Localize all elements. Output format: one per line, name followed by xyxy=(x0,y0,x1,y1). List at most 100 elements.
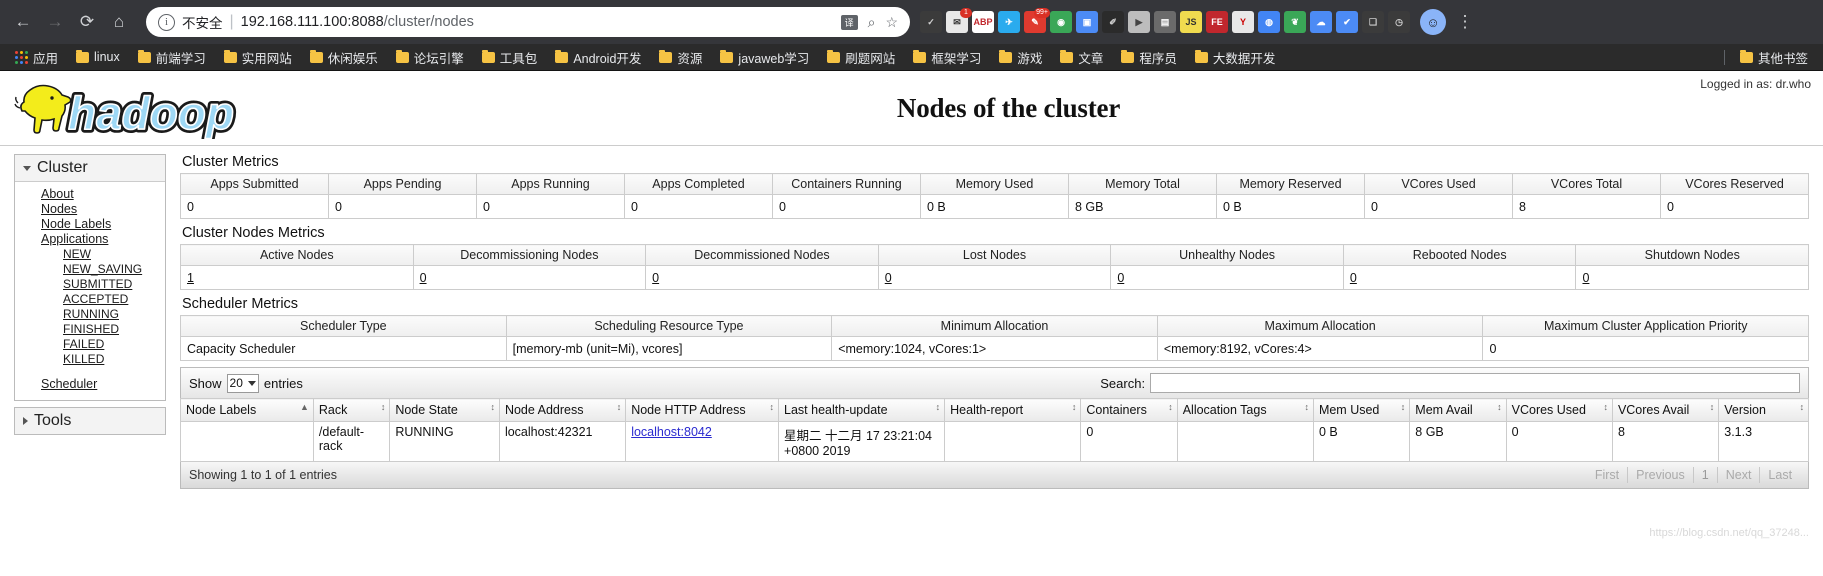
sidebar-item-applications[interactable]: Applications xyxy=(15,232,165,247)
sort-icon[interactable]: ↕ xyxy=(1603,403,1608,412)
bookmark-item-other[interactable]: 其他书签 xyxy=(1731,46,1817,68)
page-length-control[interactable]: Show 20 entries xyxy=(189,373,303,393)
node-http-address-link[interactable]: localhost:8042 xyxy=(631,425,712,439)
bookmark-item[interactable]: 论坛引擎 xyxy=(387,46,473,68)
metric-link[interactable]: 0 xyxy=(885,271,892,285)
shield-extension[interactable]: ✓ xyxy=(920,11,942,33)
search-input[interactable] xyxy=(1150,373,1801,393)
metric-link[interactable]: 0 xyxy=(1117,271,1124,285)
translate-icon[interactable]: 译 xyxy=(840,14,858,30)
metric-link[interactable]: 0 xyxy=(652,271,659,285)
column-header-mem-used[interactable]: Mem Used ↕ xyxy=(1312,398,1411,422)
home-icon[interactable]: ⌂ xyxy=(104,7,134,37)
sidebar-item-submitted[interactable]: SUBMITTED xyxy=(15,277,165,292)
bookmark-item[interactable]: 刷题网站 xyxy=(818,46,904,68)
column-header-mem-avail[interactable]: Mem Avail ↕ xyxy=(1409,398,1507,422)
bookmark-item[interactable]: 框架学习 xyxy=(904,46,990,68)
column-header-rack[interactable]: Rack ↕ xyxy=(312,398,391,422)
globe-extension[interactable]: ◉ xyxy=(1050,11,1072,33)
cloud-extension[interactable]: ☁ xyxy=(1310,11,1332,33)
sort-icon[interactable]: ↕ xyxy=(1800,403,1805,412)
column-header-vcores-used[interactable]: VCores Used ↕ xyxy=(1505,398,1613,422)
bookmark-item[interactable]: 资源 xyxy=(650,46,711,68)
profile-avatar[interactable]: ☺ xyxy=(1418,7,1448,37)
chrome-menu-icon[interactable]: ⋮ xyxy=(1450,7,1480,37)
sidebar-cluster-header[interactable]: Cluster xyxy=(15,155,165,182)
bookmark-item[interactable]: 工具包 xyxy=(473,46,547,68)
mail-extension[interactable]: ✉ 1 xyxy=(946,8,972,33)
column-header-vcores-avail[interactable]: VCores Avail ↕ xyxy=(1611,398,1720,422)
telegram-extension[interactable]: ✈ xyxy=(998,11,1020,33)
sidebar-item-new[interactable]: NEW xyxy=(15,247,165,262)
column-header-allocation-tags[interactable]: Allocation Tags ↕ xyxy=(1176,398,1314,422)
column-header-node-address[interactable]: Node Address ↕ xyxy=(498,398,627,422)
bookmark-item[interactable]: 前端学习 xyxy=(129,46,215,68)
bookmark-item[interactable]: Android开发 xyxy=(546,46,650,68)
sort-icon[interactable]: ↕ xyxy=(490,403,495,412)
chevron-down-icon[interactable] xyxy=(23,165,31,171)
sort-icon[interactable]: ↕ xyxy=(1304,403,1309,412)
leaf-extension[interactable]: ❦ xyxy=(1284,11,1306,33)
column-header-version[interactable]: Version ↕ xyxy=(1718,398,1810,422)
pager-1[interactable]: 1 xyxy=(1692,467,1717,483)
sort-icon[interactable]: ↕ xyxy=(617,403,622,412)
bookmark-item[interactable]: 休闲娱乐 xyxy=(301,46,387,68)
bookmark-item[interactable]: 文章 xyxy=(1051,46,1112,68)
sidebar-item-node-labels[interactable]: Node Labels xyxy=(15,217,165,232)
sort-icon[interactable]: ↕ xyxy=(1497,403,1502,412)
notes-extension[interactable]: ✎ 99+ xyxy=(1024,8,1050,33)
page-length-select[interactable]: 20 xyxy=(226,373,259,393)
column-header-containers[interactable]: Containers ↕ xyxy=(1080,398,1178,422)
fe-extension[interactable]: FE xyxy=(1206,11,1228,33)
clock-extension[interactable]: ◷ xyxy=(1388,11,1410,33)
column-header-health-report[interactable]: Health-report ↕ xyxy=(944,398,1082,422)
sidebar-item-failed[interactable]: FAILED xyxy=(15,337,165,352)
address-bar[interactable]: i 不安全 | 192.168.111.100:8088/cluster/nod… xyxy=(146,7,910,37)
forward-icon[interactable]: → xyxy=(40,7,70,37)
sort-icon[interactable]: ↕ xyxy=(1401,403,1406,412)
column-header-node-state[interactable]: Node State ↕ xyxy=(389,398,500,422)
metric-link[interactable]: 0 xyxy=(420,271,427,285)
chevron-down-icon[interactable] xyxy=(247,380,256,386)
column-header-last-health-update[interactable]: Last health-update ↕ xyxy=(778,398,946,422)
pen-extension[interactable]: ✐ xyxy=(1102,11,1124,33)
sort-icon[interactable]: ↕ xyxy=(1710,403,1715,412)
pager-next[interactable]: Next xyxy=(1716,467,1760,483)
reload-icon[interactable]: ⟳ xyxy=(72,7,102,37)
adblock-plus-extension[interactable]: ABP xyxy=(972,11,994,33)
sidebar-item-finished[interactable]: FINISHED xyxy=(15,322,165,337)
column-header-node-http-address[interactable]: Node HTTP Address ↕ xyxy=(625,398,780,422)
bookmark-item[interactable]: 程序员 xyxy=(1112,46,1186,68)
zoom-icon[interactable]: ⌕ xyxy=(868,14,876,31)
avatar[interactable]: ☺ xyxy=(1420,9,1446,35)
sort-icon[interactable]: ↕ xyxy=(381,403,386,412)
pager-last[interactable]: Last xyxy=(1759,467,1800,483)
bookmark-item[interactable]: javaweb学习 xyxy=(711,46,818,68)
screenshot-extension[interactable]: ▣ xyxy=(1076,11,1098,33)
video-extension[interactable]: ▶ xyxy=(1128,11,1150,33)
bookmark-item[interactable]: 应用 xyxy=(6,46,67,68)
chevron-right-icon[interactable] xyxy=(23,417,28,425)
pager-previous[interactable]: Previous xyxy=(1627,467,1693,483)
sort-icon[interactable]: ↕ xyxy=(770,403,775,412)
pager-first[interactable]: First xyxy=(1587,467,1627,483)
javascript-extension[interactable]: JS xyxy=(1180,11,1202,33)
metric-link[interactable]: 1 xyxy=(187,271,194,285)
back-icon[interactable]: ← xyxy=(8,7,38,37)
sidebar-tools-header[interactable]: Tools xyxy=(15,408,165,434)
sort-asc-icon[interactable]: ▲ xyxy=(300,403,309,412)
bookmark-item[interactable]: 大数据开发 xyxy=(1186,46,1285,68)
metric-link[interactable]: 0 xyxy=(1350,271,1357,285)
bookmark-item[interactable]: 游戏 xyxy=(990,46,1051,68)
sidebar-item-new-saving[interactable]: NEW_SAVING xyxy=(15,262,165,277)
sidebar-item-nodes[interactable]: Nodes xyxy=(15,202,165,217)
youdao-extension[interactable]: Y xyxy=(1232,11,1254,33)
bookmark-item[interactable]: 实用网站 xyxy=(215,46,301,68)
sidebar-item-accepted[interactable]: ACCEPTED xyxy=(15,292,165,307)
metric-link[interactable]: 0 xyxy=(1582,271,1589,285)
sidebar-item-killed[interactable]: KILLED xyxy=(15,352,165,367)
sort-icon[interactable]: ↕ xyxy=(1168,403,1173,412)
info-icon[interactable]: i xyxy=(158,13,175,31)
sort-icon[interactable]: ↕ xyxy=(1072,403,1077,412)
bookmark-manager-extension[interactable]: ❏ xyxy=(1362,11,1384,33)
